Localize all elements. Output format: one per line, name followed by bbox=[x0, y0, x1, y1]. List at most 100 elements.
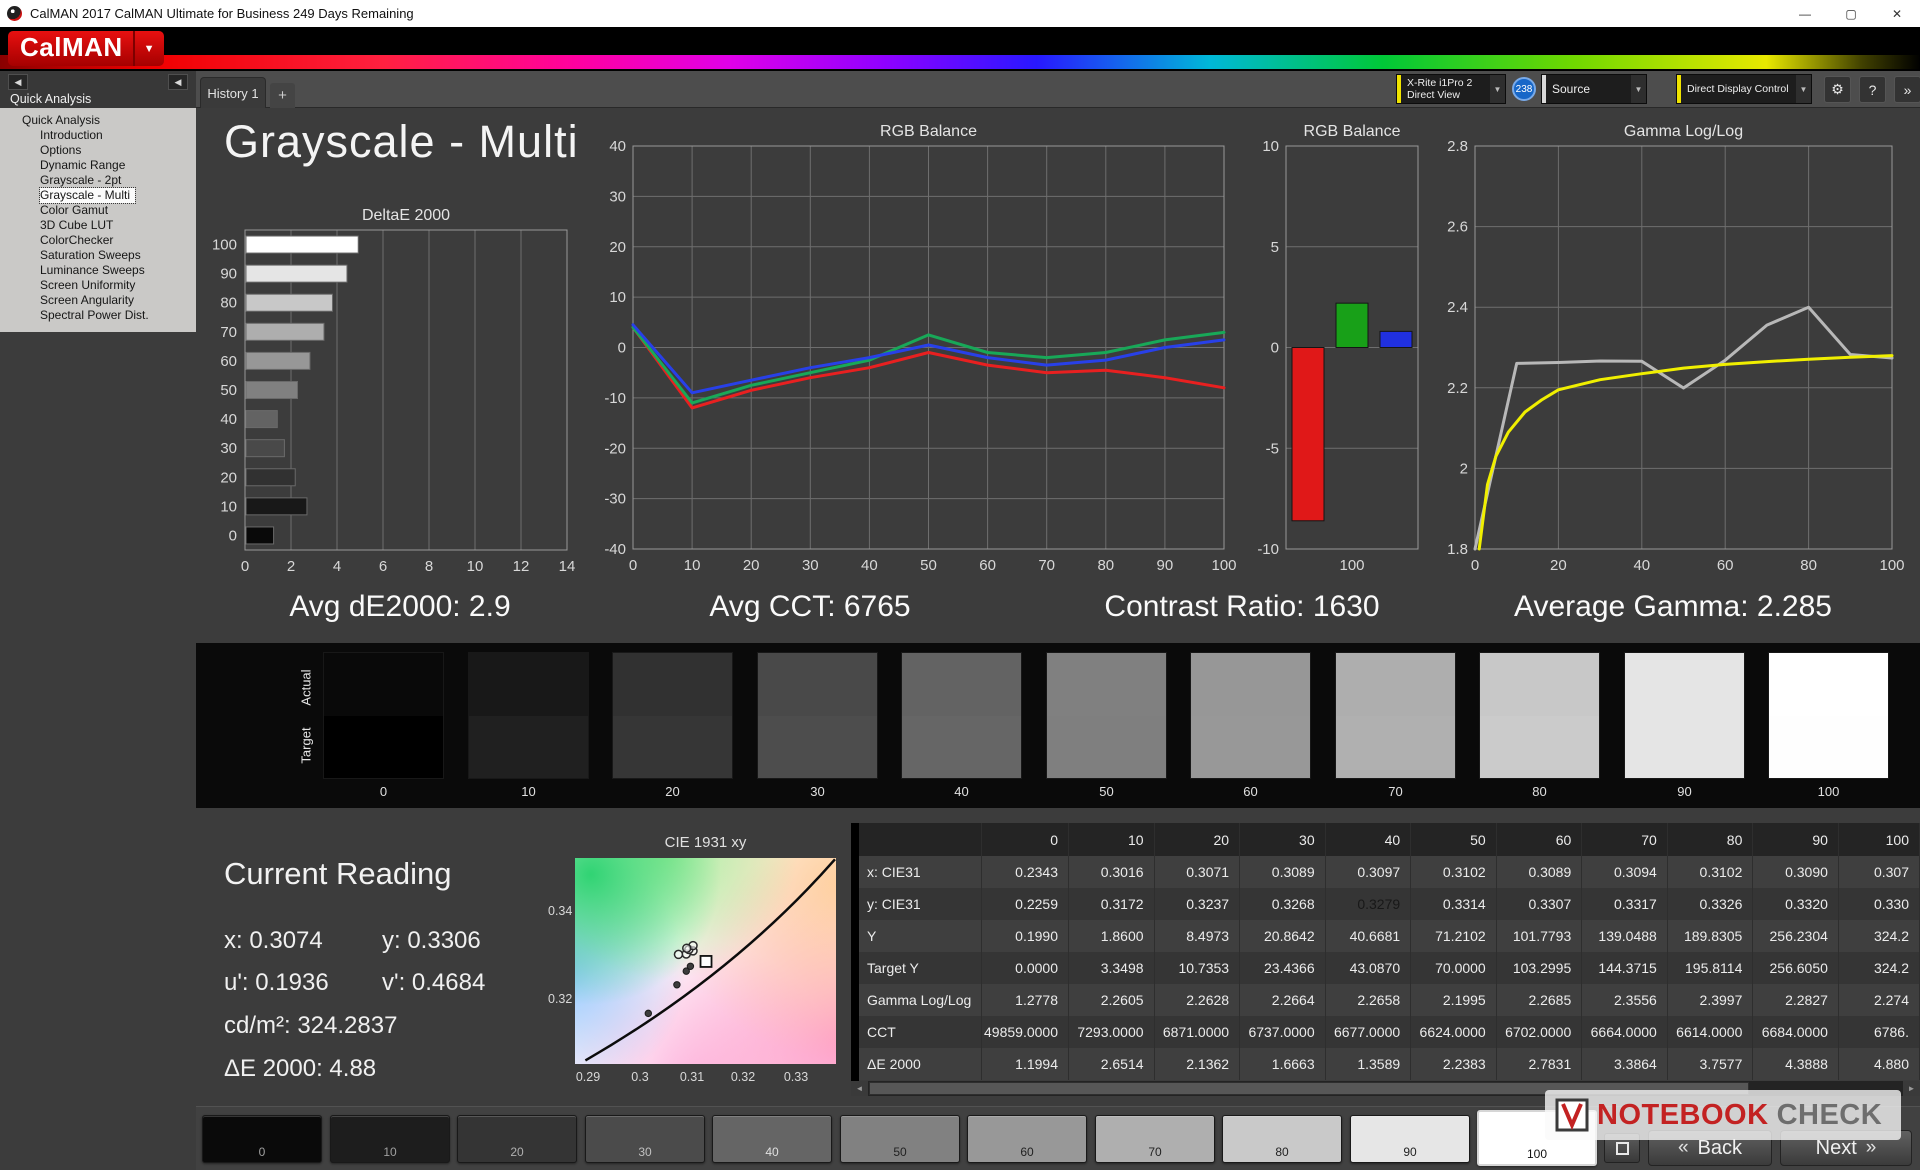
table-cell[interactable]: 8.4973 bbox=[1154, 920, 1241, 952]
table-cell[interactable]: 0.3097 bbox=[1325, 856, 1412, 888]
table-cell[interactable]: 2.6514 bbox=[1068, 1048, 1155, 1080]
table-cell[interactable]: 6702.0000 bbox=[1496, 1016, 1583, 1048]
help-icon[interactable]: ? bbox=[1859, 76, 1886, 103]
table-cell[interactable]: 20.8642 bbox=[1239, 920, 1326, 952]
table-cell[interactable]: 1.6663 bbox=[1239, 1048, 1326, 1080]
table-cell[interactable]: 2.1362 bbox=[1154, 1048, 1241, 1080]
sidebar-item-saturation-sweeps[interactable]: Saturation Sweeps bbox=[0, 248, 196, 263]
table-cell[interactable]: 3.3498 bbox=[1068, 952, 1155, 984]
table-cell[interactable]: 2.2383 bbox=[1410, 1048, 1497, 1080]
sidebar-item-screen-angularity[interactable]: Screen Angularity bbox=[0, 293, 196, 308]
table-cell[interactable]: 324.2 bbox=[1838, 920, 1920, 952]
table-cell[interactable]: 101.7793 bbox=[1496, 920, 1583, 952]
table-cell[interactable]: 6871.0000 bbox=[1154, 1016, 1241, 1048]
table-cell[interactable]: 0.3314 bbox=[1410, 888, 1497, 920]
level-button-50[interactable]: 50 bbox=[840, 1115, 960, 1163]
sidebar-item-3d-cube-lut[interactable]: 3D Cube LUT bbox=[0, 218, 196, 233]
table-cell[interactable]: 2.1995 bbox=[1410, 984, 1497, 1016]
table-cell[interactable]: 2.2685 bbox=[1496, 984, 1583, 1016]
table-cell[interactable]: 2.2658 bbox=[1325, 984, 1412, 1016]
table-cell[interactable]: 144.3715 bbox=[1581, 952, 1668, 984]
sidebar-item-color-gamut[interactable]: Color Gamut bbox=[0, 203, 196, 218]
level-button-60[interactable]: 60 bbox=[967, 1115, 1087, 1163]
level-button-70[interactable]: 70 bbox=[1095, 1115, 1215, 1163]
table-cell[interactable]: 7293.0000 bbox=[1068, 1016, 1155, 1048]
table-cell[interactable]: 0.3172 bbox=[1068, 888, 1155, 920]
table-cell[interactable]: 189.8305 bbox=[1667, 920, 1754, 952]
table-cell[interactable]: 0.3320 bbox=[1752, 888, 1839, 920]
tab-history-1[interactable]: History 1 bbox=[200, 77, 266, 108]
level-button-80[interactable]: 80 bbox=[1222, 1115, 1342, 1163]
add-tab-button[interactable]: + bbox=[270, 83, 295, 108]
meter-selector[interactable]: X-Rite i1Pro 2 Direct View ▼ bbox=[1396, 74, 1506, 104]
table-cell[interactable]: 103.2995 bbox=[1496, 952, 1583, 984]
table-cell[interactable]: 6684.0000 bbox=[1752, 1016, 1839, 1048]
table-cell[interactable]: 40.6681 bbox=[1325, 920, 1412, 952]
sidebar-item-spectral-power-dist[interactable]: Spectral Power Dist. bbox=[0, 308, 196, 323]
table-cell[interactable]: 2.3556 bbox=[1581, 984, 1668, 1016]
table-cell[interactable]: 0.3071 bbox=[1154, 856, 1241, 888]
table-cell[interactable]: 0.3102 bbox=[1410, 856, 1497, 888]
chevron-down-icon[interactable]: ▼ bbox=[1490, 75, 1505, 103]
table-cell[interactable]: 4.3888 bbox=[1752, 1048, 1839, 1080]
sidebar-item-luminance-sweeps[interactable]: Luminance Sweeps bbox=[0, 263, 196, 278]
table-cell[interactable]: 0.3279 bbox=[1325, 888, 1412, 920]
table-cell[interactable]: 71.2102 bbox=[1410, 920, 1497, 952]
table-cell[interactable]: 2.2628 bbox=[1154, 984, 1241, 1016]
table-cell[interactable]: 6664.0000 bbox=[1581, 1016, 1668, 1048]
table-cell[interactable]: 256.2304 bbox=[1752, 920, 1839, 952]
minimize-button[interactable]: — bbox=[1782, 0, 1828, 27]
chevron-down-icon[interactable]: ▼ bbox=[1796, 75, 1811, 103]
table-cell[interactable]: 0.3089 bbox=[1239, 856, 1326, 888]
table-cell[interactable]: 0.307 bbox=[1838, 856, 1920, 888]
table-cell[interactable]: 2.2605 bbox=[1068, 984, 1155, 1016]
overflow-icon[interactable]: » bbox=[1894, 76, 1920, 103]
chevron-down-icon[interactable]: ▼ bbox=[1631, 75, 1646, 103]
table-cell[interactable]: 2.3997 bbox=[1667, 984, 1754, 1016]
table-cell[interactable]: 43.0870 bbox=[1325, 952, 1412, 984]
table-cell[interactable]: 23.4366 bbox=[1239, 952, 1326, 984]
table-cell[interactable]: 0.3090 bbox=[1752, 856, 1839, 888]
level-button-90[interactable]: 90 bbox=[1350, 1115, 1470, 1163]
sidebar-item-options[interactable]: Options bbox=[0, 143, 196, 158]
sidebar-item-dynamic-range[interactable]: Dynamic Range bbox=[0, 158, 196, 173]
table-cell[interactable]: 6786. bbox=[1838, 1016, 1920, 1048]
sidebar-item-grayscale-multi[interactable]: Grayscale - Multi bbox=[38, 187, 137, 204]
table-cell[interactable]: 0.330 bbox=[1838, 888, 1920, 920]
level-button-0[interactable]: 0 bbox=[202, 1115, 322, 1163]
sidebar-item-grayscale-2pt[interactable]: Grayscale - 2pt bbox=[0, 173, 196, 188]
table-cell[interactable]: 139.0488 bbox=[1581, 920, 1668, 952]
table-cell[interactable]: 6614.0000 bbox=[1667, 1016, 1754, 1048]
table-cell[interactable]: 10.7353 bbox=[1154, 952, 1241, 984]
display-control-selector[interactable]: Direct Display Control ▼ bbox=[1676, 74, 1812, 104]
table-cell[interactable]: 6677.0000 bbox=[1325, 1016, 1412, 1048]
table-cell[interactable]: 0.3094 bbox=[1581, 856, 1668, 888]
calman-logo[interactable]: CalMAN ▼ bbox=[8, 31, 164, 66]
table-cell[interactable]: 256.6050 bbox=[1752, 952, 1839, 984]
table-cell[interactable]: 0.2259 bbox=[981, 888, 1069, 920]
table-cell[interactable]: 49859.0000 bbox=[981, 1016, 1069, 1048]
table-cell[interactable]: 3.3864 bbox=[1581, 1048, 1668, 1080]
table-cell[interactable]: 0.3102 bbox=[1667, 856, 1754, 888]
level-button-30[interactable]: 30 bbox=[585, 1115, 705, 1163]
table-cell[interactable]: 1.3589 bbox=[1325, 1048, 1412, 1080]
sidebar-item-screen-uniformity[interactable]: Screen Uniformity bbox=[0, 278, 196, 293]
table-cell[interactable]: 0.3089 bbox=[1496, 856, 1583, 888]
table-cell[interactable]: 0.2343 bbox=[981, 856, 1069, 888]
scroll-right-icon[interactable]: ► bbox=[1903, 1081, 1920, 1096]
scroll-left-icon[interactable]: ◄ bbox=[851, 1081, 868, 1096]
table-cell[interactable]: 1.2778 bbox=[981, 984, 1069, 1016]
table-cell[interactable]: 70.0000 bbox=[1410, 952, 1497, 984]
table-cell[interactable]: 1.8600 bbox=[1068, 920, 1155, 952]
level-button-20[interactable]: 20 bbox=[457, 1115, 577, 1163]
table-cell[interactable]: 2.7831 bbox=[1496, 1048, 1583, 1080]
sidebar-item-introduction[interactable]: Introduction bbox=[0, 128, 196, 143]
table-cell[interactable]: 2.2827 bbox=[1752, 984, 1839, 1016]
table-cell[interactable]: 0.3268 bbox=[1239, 888, 1326, 920]
settings-gear-icon[interactable]: ⚙ bbox=[1824, 76, 1851, 103]
logo-dropdown-icon[interactable]: ▼ bbox=[132, 31, 164, 66]
close-button[interactable]: ✕ bbox=[1874, 0, 1920, 27]
maximize-button[interactable]: ▢ bbox=[1828, 0, 1874, 27]
sidebar-item-colorchecker[interactable]: ColorChecker bbox=[0, 233, 196, 248]
table-cell[interactable]: 0.3317 bbox=[1581, 888, 1668, 920]
